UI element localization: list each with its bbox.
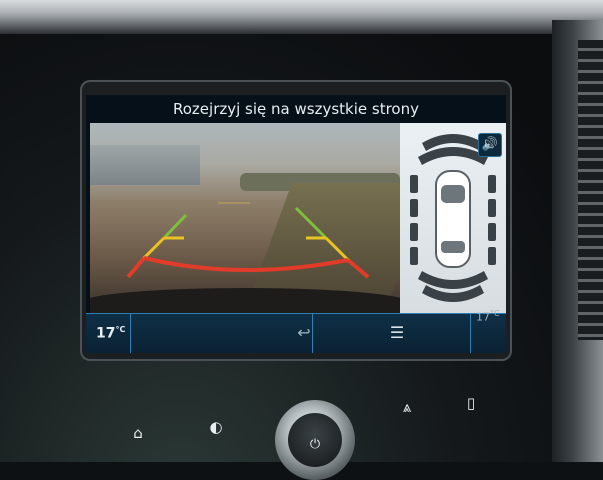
temperature-right[interactable]: 17°C	[476, 309, 500, 324]
power-icon: ⏻	[309, 437, 321, 452]
dashboard-trim-top	[0, 0, 603, 34]
temperature-right-unit: °C	[490, 309, 500, 318]
sensor-right-3	[488, 223, 496, 241]
bottom-bar-divider-1	[130, 313, 131, 353]
temperature-left-unit: °C	[115, 325, 126, 334]
sensor-right-1	[488, 175, 496, 193]
sensor-left-3	[410, 223, 418, 241]
driver-assist-icon: ⩓	[402, 398, 412, 416]
display-hard-button[interactable]: ◐	[206, 418, 226, 436]
guideline-red-left	[126, 256, 146, 279]
bottom-bar-divider-3	[470, 313, 471, 353]
air-vent	[578, 40, 603, 340]
sensor-left-2	[410, 199, 418, 217]
temperature-left-value: 17	[96, 325, 116, 342]
guideline-red-arc	[143, 256, 349, 273]
home-icon: ⌂	[133, 424, 143, 442]
guideline-yellow-left	[142, 236, 166, 260]
sensor-left-1	[410, 175, 418, 193]
sensor-arc-rear-2	[418, 271, 488, 289]
phone-icon: ▯	[466, 394, 476, 412]
car-rear-window	[441, 241, 465, 253]
parking-guidelines	[126, 202, 370, 279]
menu-button[interactable]: ☰	[386, 321, 408, 345]
infotainment-screen: Rozejrzyj się na wszystkie strony 🔊 17°C…	[86, 95, 506, 353]
temperature-left[interactable]: 17°C	[96, 325, 125, 342]
back-button[interactable]: ↩	[291, 321, 317, 345]
sensor-right-2	[488, 199, 496, 217]
guideline-red-right	[346, 258, 370, 279]
warning-banner-text: Rozejrzyj się na wszystkie strony	[173, 100, 419, 118]
temperature-right-value: 17	[476, 310, 490, 324]
sound-button[interactable]: 🔊	[478, 133, 502, 157]
home-hard-button[interactable]: ⌂	[128, 424, 148, 442]
driver-assist-hard-button[interactable]: ⩓	[396, 398, 418, 416]
warning-banner: Rozejrzyj się na wszystkie strony	[86, 95, 506, 123]
power-button[interactable]: ⏻	[307, 437, 323, 453]
list-icon: ☰	[389, 323, 405, 342]
brightness-icon: ◐	[209, 418, 223, 436]
sensor-left-4	[410, 247, 418, 265]
guideline-green-left	[162, 213, 188, 240]
guideline-green-right	[294, 206, 328, 240]
speaker-icon: 🔊	[481, 137, 499, 152]
sensor-right-4	[488, 247, 496, 265]
phone-hard-button[interactable]: ▯	[462, 394, 480, 412]
car-windshield	[441, 185, 465, 203]
guideline-yellow-right	[324, 236, 350, 262]
back-arrow-icon: ↩	[297, 323, 311, 342]
